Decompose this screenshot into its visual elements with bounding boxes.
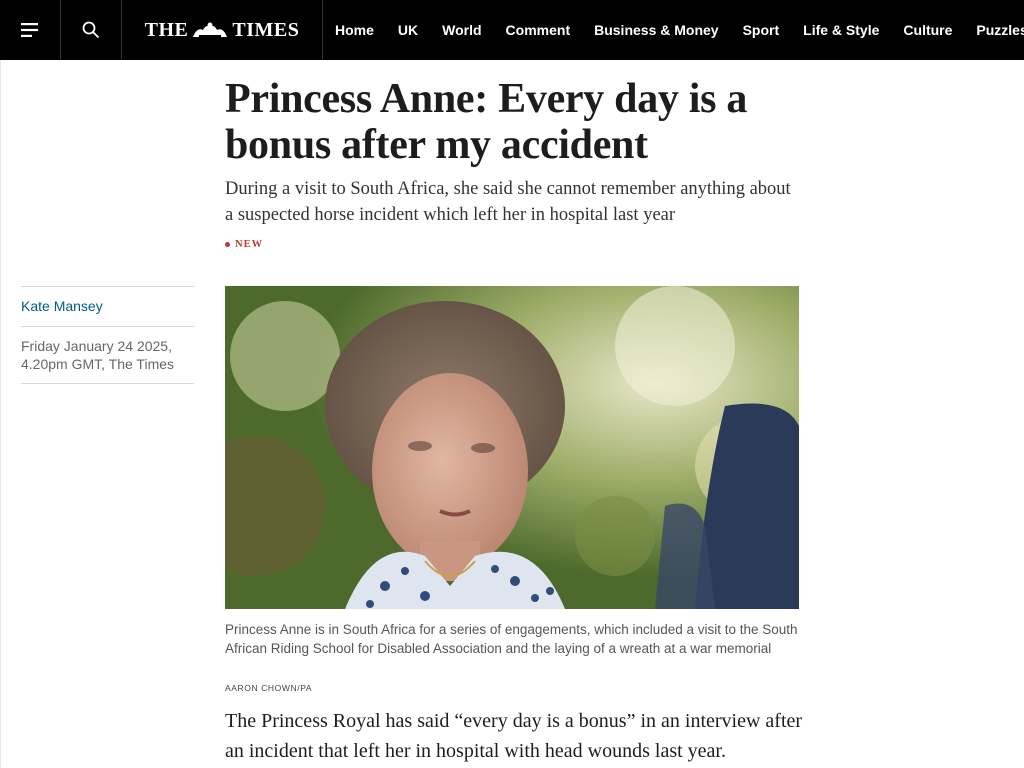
nav-link-comment[interactable]: Comment — [506, 22, 571, 38]
logo-word-times: TIMES — [232, 18, 300, 41]
image-caption: Princess Anne is in South Africa for a s… — [225, 622, 798, 656]
byline-date-row: Friday January 24 2025, 4.20pm GMT, The … — [21, 326, 194, 384]
nav-link-world[interactable]: World — [442, 22, 481, 38]
menu-icon — [21, 23, 38, 37]
royal-crest-icon — [193, 22, 228, 37]
nav-link-uk[interactable]: UK — [398, 22, 418, 38]
logo-word-the: THE — [144, 18, 189, 41]
article-standfirst: During a visit to South Africa, she said… — [225, 179, 791, 225]
nav-link-puzzles[interactable]: Puzzles — [976, 22, 1024, 38]
image-credit: AARON CHOWN/PA — [225, 683, 313, 693]
byline-author-row: Kate Mansey — [21, 286, 194, 326]
section-nav: Home UK World Comment Business & Money S… — [323, 0, 1024, 60]
author-link[interactable]: Kate Mansey — [21, 298, 103, 314]
nav-link-business-money[interactable]: Business & Money — [594, 22, 718, 38]
nav-link-life-style[interactable]: Life & Style — [803, 22, 879, 38]
new-badge: NEW — [225, 239, 263, 250]
new-badge-label: NEW — [235, 239, 264, 250]
byline: Kate Mansey Friday January 24 2025, 4.20… — [21, 286, 194, 384]
top-navigation-bar: THE TIMES Home UK World Comment Business… — [0, 0, 1024, 60]
article-headline: Princess Anne: Every day is a bonus afte… — [225, 76, 748, 168]
page-left-border — [0, 60, 1, 768]
lead-image-graphic — [225, 286, 799, 609]
the-times-logo[interactable]: THE TIMES — [122, 0, 323, 60]
lead-image[interactable] — [225, 286, 799, 609]
search-button[interactable] — [61, 0, 122, 60]
nav-link-sport[interactable]: Sport — [743, 22, 780, 38]
publish-date: Friday January 24 2025, 4.20pm GMT, The … — [21, 338, 175, 372]
nav-link-culture[interactable]: Culture — [903, 22, 952, 38]
article-body-paragraph: The Princess Royal has said “every day i… — [225, 710, 803, 762]
nav-link-home[interactable]: Home — [335, 22, 374, 38]
search-icon — [82, 21, 100, 39]
new-dot-icon — [225, 242, 230, 247]
menu-button[interactable] — [0, 0, 61, 60]
